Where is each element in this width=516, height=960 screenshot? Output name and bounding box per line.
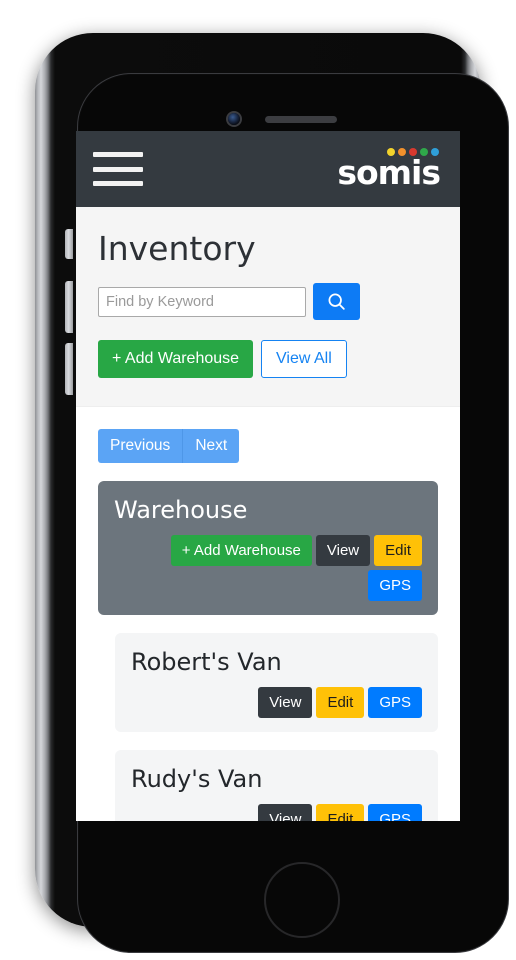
search-input[interactable] [98, 286, 306, 317]
previous-page-button[interactable]: Previous [98, 429, 184, 463]
inventory-card: Warehouse + Add Warehouse View Edit GPS [98, 481, 438, 615]
page-title: Inventory [98, 229, 256, 268]
volume-down-button[interactable] [65, 343, 73, 395]
gps-button[interactable]: GPS [368, 687, 422, 718]
add-warehouse-button[interactable]: + Add Warehouse [98, 340, 254, 378]
hamburger-bar [93, 166, 143, 172]
phone-screen: somis Inventory + Add Warehouse View All… [76, 131, 460, 821]
edit-button[interactable]: Edit [374, 535, 422, 566]
brand-dot [398, 148, 406, 156]
app-navbar: somis [76, 131, 460, 207]
search-icon [328, 293, 345, 310]
volume-up-button[interactable] [65, 281, 73, 333]
view-all-button[interactable]: View All [261, 340, 347, 378]
brand-logo[interactable]: somis [337, 148, 441, 192]
edit-button[interactable]: Edit [316, 687, 365, 718]
card-title: Rudy's Van [131, 765, 263, 793]
card-actions: View Edit GPS [131, 804, 422, 821]
edit-button[interactable]: Edit [316, 804, 365, 821]
silent-switch[interactable] [65, 229, 73, 259]
brand-dots-icon [387, 148, 439, 156]
brand-name: somis [337, 153, 441, 192]
inventory-card: Robert's Van View Edit GPS [115, 633, 438, 732]
add-warehouse-button[interactable]: + Add Warehouse [170, 535, 312, 566]
card-actions: + Add Warehouse View Edit GPS [114, 535, 422, 601]
brand-dot [420, 148, 428, 156]
pagination: Previous Next [98, 429, 438, 463]
home-button-icon[interactable] [264, 862, 340, 938]
inventory-card-list: Warehouse + Add Warehouse View Edit GPS Rober… [98, 481, 438, 821]
inventory-content: Previous Next Warehouse + Add Warehouse Vi… [76, 407, 460, 821]
view-button[interactable]: View [315, 535, 371, 566]
page-header-section: Inventory + Add Warehouse View All [76, 207, 460, 407]
search-button[interactable] [313, 283, 360, 320]
earpiece-speaker-icon [265, 116, 337, 123]
hamburger-bar [93, 152, 143, 157]
inventory-card: Rudy's Van View Edit GPS [115, 750, 438, 821]
brand-dot [409, 148, 417, 156]
card-title: Robert's Van [131, 648, 282, 676]
view-button[interactable]: View [258, 687, 313, 718]
card-title: Warehouse [114, 496, 248, 524]
brand-dot [387, 148, 395, 156]
gps-button[interactable]: GPS [368, 804, 422, 821]
hamburger-menu-icon[interactable] [93, 150, 143, 188]
next-page-button[interactable]: Next [183, 429, 240, 463]
front-camera-icon [228, 113, 240, 125]
search-row [98, 283, 438, 320]
header-action-row: + Add Warehouse View All [98, 340, 438, 378]
hamburger-bar [93, 181, 143, 186]
gps-button[interactable]: GPS [368, 570, 422, 601]
view-button[interactable]: View [258, 804, 313, 821]
brand-dot [431, 148, 439, 156]
card-actions: View Edit GPS [131, 687, 422, 718]
